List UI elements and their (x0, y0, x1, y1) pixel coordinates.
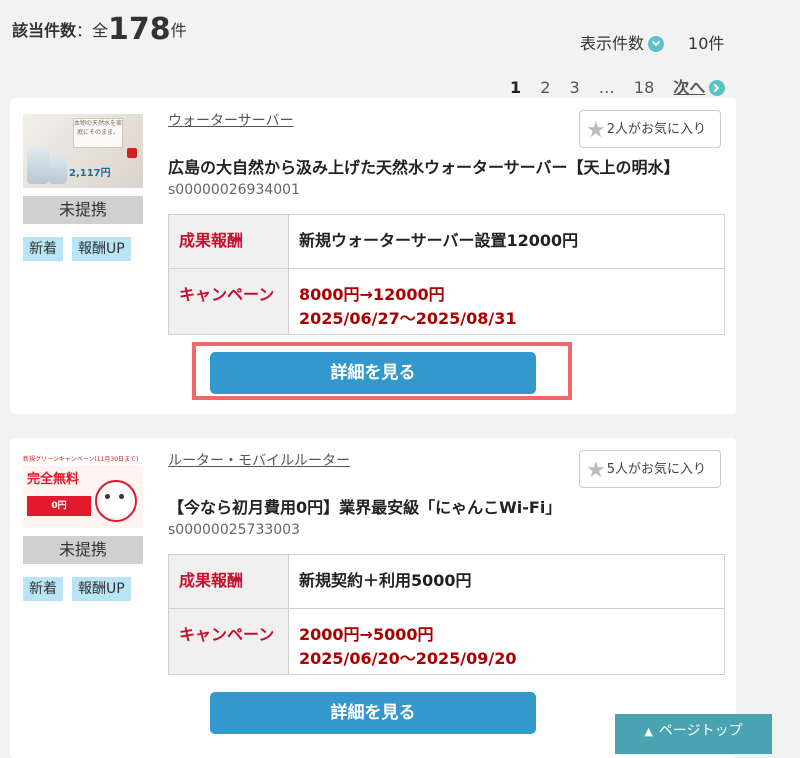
tag-new: 新着 (23, 237, 63, 261)
program-thumbnail[interactable]: 新規グリーンキャンペーン(11月30日まで) 完全無料 0円 (23, 454, 143, 528)
view-details-button[interactable]: 詳細を見る (210, 352, 536, 394)
favorite-count: 5人がお気に入り (606, 462, 707, 477)
reward-label: 成果報酬 (168, 554, 289, 609)
tag-reward-up: 報酬UP (72, 577, 131, 601)
next-page-link[interactable]: 次へ (673, 78, 705, 97)
cat-mascot-image (95, 480, 137, 522)
result-count-label: 該当件数 (12, 21, 77, 40)
campaign-period: 2025/06/27～2025/08/31 (299, 309, 517, 328)
favorite-count: 2人がお気に入り (606, 122, 707, 137)
reward-label: 成果報酬 (168, 214, 289, 269)
result-count-sep: ：全 (76, 21, 109, 40)
thumbnail-price: 2,117円 (69, 168, 111, 179)
program-card: 新規グリーンキャンペーン(11月30日まで) 完全無料 0円 未提携 新着 報酬… (10, 438, 736, 758)
reward-value: 新規契約＋利用5000円 (288, 554, 725, 609)
program-title[interactable]: 広島の大自然から汲み上げた天然水ウォーターサーバー【天上の明水】 (168, 154, 680, 178)
thumbnail-headline: 完全無料 (27, 472, 80, 487)
reward-value: 新規ウォーターサーバー設置12000円 (288, 214, 725, 269)
per-page-value: 10件 (688, 34, 725, 53)
chevron-down-icon (648, 36, 665, 52)
campaign-row: キャンペーン 2000円→5000円 2025/06/20～2025/09/20 (168, 608, 725, 675)
thumbnail-campaign-banner: 新規グリーンキャンペーン(11月30日まで) (23, 454, 143, 466)
tag-new: 新着 (23, 577, 63, 601)
campaign-label: キャンペーン (168, 268, 289, 335)
per-page-label: 表示件数 (580, 34, 645, 53)
result-count: 該当件数：全178件 (12, 12, 187, 47)
campaign-period: 2025/06/20～2025/09/20 (299, 649, 517, 668)
brand-logo (127, 148, 137, 158)
water-bottle-image (49, 154, 67, 184)
category-link[interactable]: ルーター・モバイルルーター (168, 450, 350, 470)
program-thumbnail[interactable]: 本物の天然水を家庭にそのまま。 2,117円 (23, 114, 143, 188)
page-link-1[interactable]: 1 (510, 78, 521, 97)
page-top-button[interactable]: ▲ ページトップ (615, 714, 772, 754)
campaign-value: 2000円→5000円 2025/06/20～2025/09/20 (288, 608, 725, 675)
program-card: 本物の天然水を家庭にそのまま。 2,117円 未提携 新着 報酬UP ウォーター… (10, 98, 736, 414)
partnership-status: 未提携 (23, 536, 143, 564)
page-link-2[interactable]: 2 (540, 78, 550, 97)
page-top-label: ページトップ (658, 723, 743, 739)
category-link[interactable]: ウォーターサーバー (168, 110, 294, 130)
reward-row: 成果報酬 新規契約＋利用5000円 (168, 554, 725, 609)
campaign-value: 8000円→12000円 2025/06/27～2025/08/31 (288, 268, 725, 335)
partnership-status: 未提携 (23, 196, 143, 224)
favorite-button[interactable]: ★2人がお気に入り (579, 110, 721, 148)
campaign-reward-change: 2000円→5000円 (299, 625, 434, 644)
program-code: s00000026934001 (168, 182, 300, 198)
program-title[interactable]: 【今なら初月費用0円】業界最安級「にゃんこWi-Fi」 (168, 494, 561, 518)
reward-row: 成果報酬 新規ウォーターサーバー設置12000円 (168, 214, 725, 269)
arrow-up-icon: ▲ (644, 725, 653, 738)
thumbnail-price: 0円 (27, 496, 91, 516)
star-icon: ★ (586, 458, 606, 483)
thumbnail-caption: 本物の天然水を家庭にそのまま。 (73, 118, 123, 148)
result-count-number: 178 (108, 12, 171, 47)
result-count-unit: 件 (170, 21, 187, 40)
page-link-3[interactable]: 3 (570, 78, 580, 97)
star-icon: ★ (586, 118, 606, 143)
view-details-button[interactable]: 詳細を見る (210, 692, 536, 734)
program-code: s00000025733003 (168, 522, 300, 538)
page-link-18[interactable]: 18 (634, 78, 654, 97)
tag-reward-up: 報酬UP (72, 237, 131, 261)
chevron-right-icon[interactable] (709, 80, 726, 96)
reward-table: 成果報酬 新規契約＋利用5000円 キャンペーン 2000円→5000円 202… (168, 554, 725, 675)
page-ellipsis: … (598, 78, 615, 97)
reward-table: 成果報酬 新規ウォーターサーバー設置12000円 キャンペーン 8000円→12… (168, 214, 725, 335)
water-bottle-image (27, 148, 49, 184)
campaign-reward-change: 8000円→12000円 (299, 285, 445, 304)
favorite-button[interactable]: ★5人がお気に入り (579, 450, 721, 488)
campaign-label: キャンペーン (168, 608, 289, 675)
campaign-row: キャンペーン 8000円→12000円 2025/06/27～2025/08/3… (168, 268, 725, 335)
per-page-selector[interactable]: 表示件数 10件 (580, 30, 724, 54)
pagination: 1 2 3 … 18 次へ (510, 74, 739, 98)
